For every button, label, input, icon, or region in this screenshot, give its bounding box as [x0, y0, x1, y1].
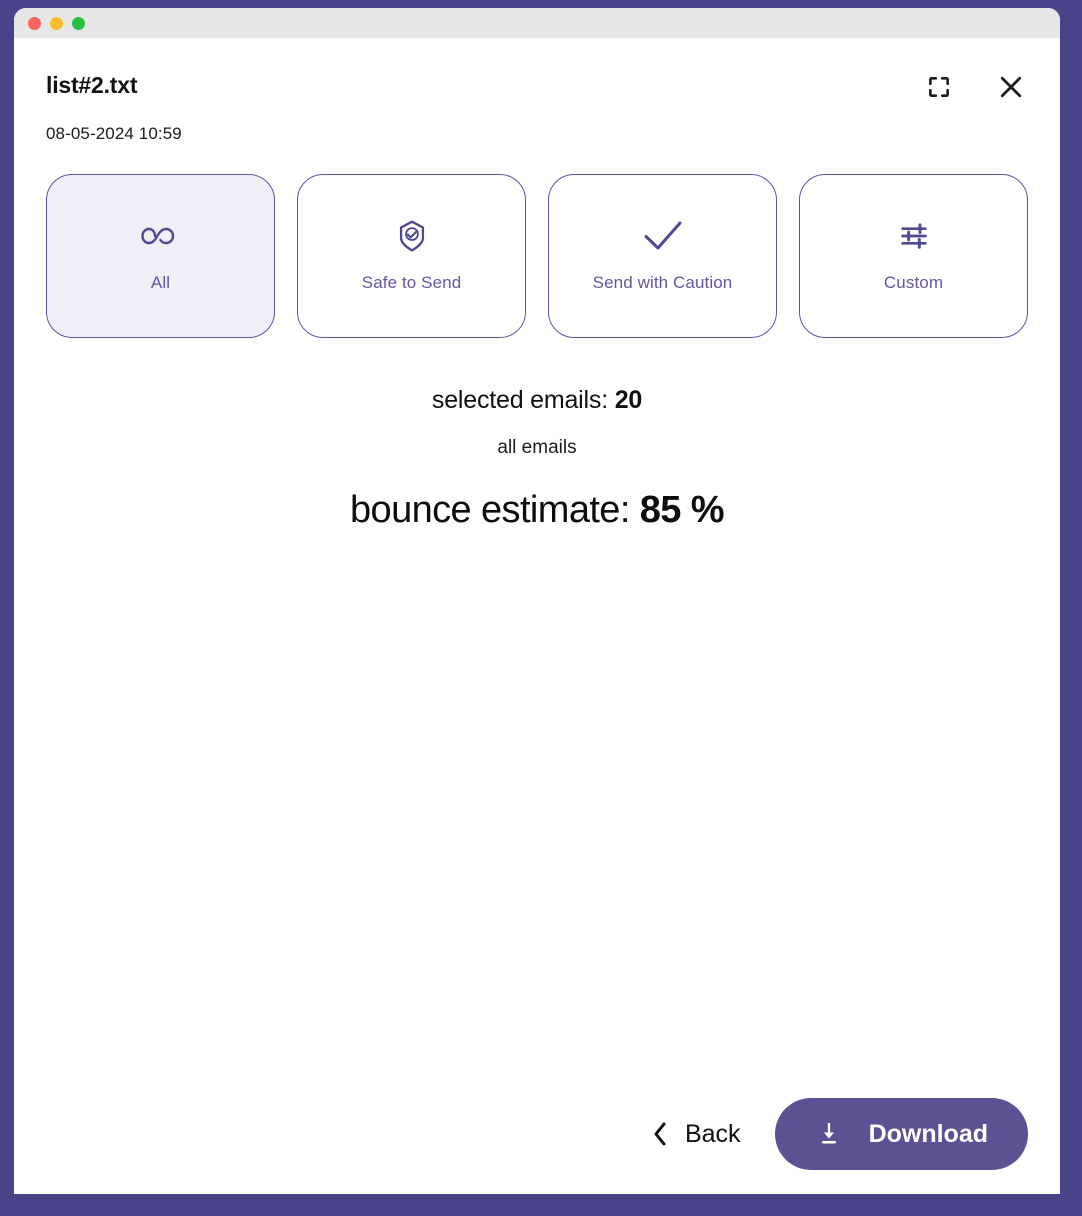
filter-cards: All Safe to Send Send with Caution Custo…: [46, 174, 1028, 338]
traffic-light-close[interactable]: [28, 16, 41, 30]
filter-card-send-with-caution[interactable]: Send with Caution: [548, 174, 777, 338]
window-content: list#2.txt 08-05-2024 10:59 All Safe to …: [14, 38, 1060, 1194]
filter-card-label: Safe to Send: [361, 273, 462, 292]
download-label: Download: [868, 1119, 988, 1148]
email-scope-label: all emails: [497, 437, 577, 458]
download-icon: [821, 1123, 836, 1144]
filter-card-all[interactable]: All: [46, 174, 275, 338]
check-icon: [640, 219, 686, 253]
traffic-light-minimize[interactable]: [50, 16, 63, 30]
window-titlebar: [14, 8, 1060, 38]
desktop-background: list#2.txt 08-05-2024 10:59 All Safe to …: [0, 0, 1082, 1216]
footer-actions: Back Download: [46, 1098, 1028, 1194]
infinity-icon: [139, 219, 183, 253]
filter-card-label: Send with Caution: [592, 273, 733, 292]
filter-card-safe-to-send[interactable]: Safe to Send: [297, 174, 526, 338]
filter-card-custom[interactable]: Custom: [799, 174, 1028, 338]
close-icon: [1000, 76, 1022, 98]
header-row: list#2.txt: [46, 68, 1028, 104]
back-button[interactable]: Back: [652, 1120, 741, 1149]
stats-section: selected emails: 20 all emails bounce es…: [46, 386, 1028, 532]
chevron-left-icon: [654, 1122, 666, 1146]
sliders-icon: [898, 219, 930, 253]
back-label: Back: [684, 1119, 741, 1148]
selected-emails-stat: selected emails: 20: [432, 386, 642, 415]
expand-button[interactable]: [922, 70, 956, 104]
filter-card-label: All: [150, 273, 171, 292]
download-button[interactable]: Download: [774, 1098, 1028, 1170]
close-button[interactable]: [994, 70, 1028, 104]
traffic-light-maximize[interactable]: [72, 16, 85, 30]
expand-icon: [929, 77, 949, 97]
file-title: list#2.txt: [46, 72, 138, 98]
timestamp: 08-05-2024 10:59: [46, 124, 182, 143]
shield-check-icon: [397, 219, 427, 253]
bounce-estimate-stat: bounce estimate: 85 %: [350, 489, 725, 532]
app-window: list#2.txt 08-05-2024 10:59 All Safe to …: [14, 8, 1060, 1194]
selected-emails-label: selected emails:: [431, 386, 615, 414]
bounce-estimate-value: 85 %: [639, 489, 725, 531]
filter-card-label: Custom: [883, 273, 944, 292]
header-actions: [922, 68, 1028, 104]
bounce-estimate-label: bounce estimate:: [350, 489, 640, 531]
selected-emails-value: 20: [614, 386, 643, 414]
